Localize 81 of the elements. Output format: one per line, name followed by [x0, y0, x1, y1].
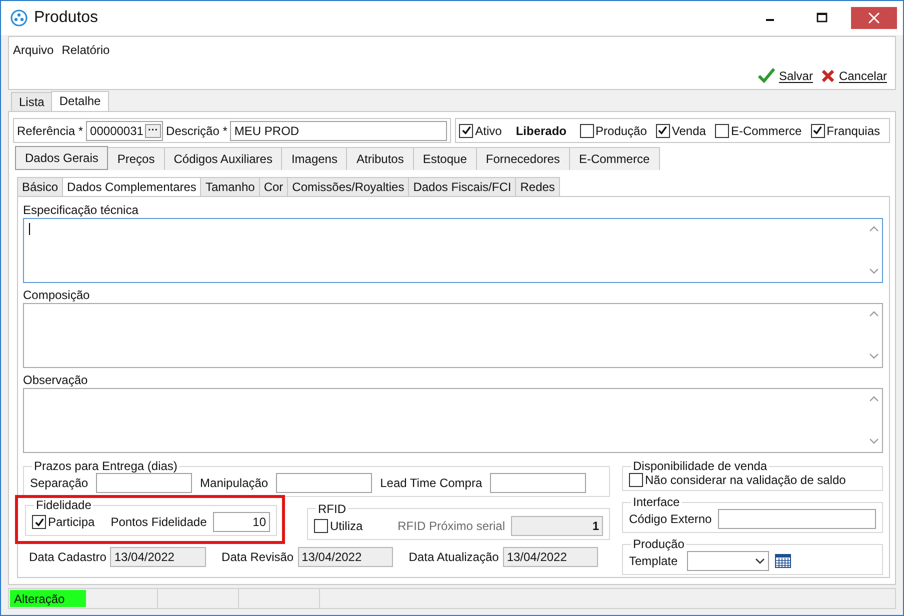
field-label: Descrição * — [166, 124, 228, 138]
checkbox[interactable] — [629, 473, 643, 487]
checkbox-label: Ativo — [475, 124, 502, 138]
cancel-button[interactable]: Cancelar — [838, 68, 887, 82]
group-title: Fidelidade — [35, 498, 92, 512]
input-field[interactable] — [490, 473, 586, 493]
app-icon — [10, 9, 28, 27]
field-label: Template — [629, 554, 679, 568]
tab[interactable]: Dados Fiscais/FCI — [408, 177, 516, 196]
checkbox[interactable] — [580, 124, 594, 138]
checkbox-label: E-Commerce — [730, 124, 802, 138]
tab[interactable]: Básico — [17, 177, 64, 196]
field-label: Especificação técnica — [23, 203, 140, 216]
tab[interactable]: Dados Complementares — [62, 177, 202, 196]
status-text: Liberado — [516, 124, 567, 138]
input-field[interactable] — [718, 509, 876, 529]
description-field[interactable]: MEU PROD — [230, 120, 448, 140]
field-label: Pontos Fidelidade — [110, 515, 207, 529]
checkbox-label: Utiliza — [330, 518, 363, 532]
checkbox-label: Venda — [672, 124, 706, 138]
field-label: Data Atualização — [408, 550, 499, 564]
date-field: 13/04/2022 — [110, 547, 206, 567]
field-label: Código Externo — [629, 512, 712, 526]
menu-item[interactable]: Arquivo — [13, 43, 54, 57]
field-label: Data Revisão — [222, 550, 294, 564]
window-title: Produtos — [34, 9, 98, 27]
tab[interactable]: Códigos Auxiliares — [164, 147, 282, 170]
tab[interactable]: E-Commerce — [568, 147, 660, 170]
field-label: Referência * — [17, 124, 84, 138]
field-label: Lead Time Compra — [380, 476, 482, 490]
x-icon — [820, 68, 835, 82]
field-label: RFID Próximo serial — [398, 518, 505, 532]
checkbox[interactable] — [459, 124, 474, 138]
field-label: Composição — [23, 288, 91, 301]
tab[interactable]: Imagens — [281, 147, 348, 170]
text-area[interactable] — [23, 218, 883, 283]
close-icon[interactable] — [851, 7, 897, 29]
checkbox-label: Participa — [48, 515, 95, 529]
field-label: Data Cadastro — [29, 550, 106, 564]
checkbox[interactable] — [714, 124, 729, 138]
checkbox[interactable] — [314, 518, 328, 532]
tab[interactable]: Dados Gerais — [15, 146, 108, 170]
tab[interactable]: Lista — [11, 92, 52, 111]
tab[interactable]: Detalhe — [51, 91, 109, 111]
tab[interactable]: Tamanho — [200, 177, 260, 196]
tab[interactable]: Redes — [515, 177, 560, 196]
group-title: Prazos para Entrega (dias) — [33, 459, 178, 473]
menu-item[interactable]: Relatório — [62, 43, 110, 57]
checkbox-label: Não considerar na validação de saldo — [645, 473, 846, 487]
checkbox[interactable] — [656, 124, 670, 138]
checkbox[interactable] — [32, 515, 46, 529]
tab[interactable]: Cor — [258, 177, 288, 196]
serial-field: 1 — [511, 516, 603, 536]
group-title: Disponibilidade de venda — [632, 459, 768, 473]
caret-icon — [755, 558, 765, 564]
input-field[interactable] — [276, 473, 372, 493]
status-mode: Alteração — [10, 590, 86, 607]
calendar-icon[interactable] — [775, 554, 791, 568]
checkmark-icon — [758, 68, 775, 83]
date-field: 13/04/2022 — [502, 547, 598, 567]
field-label: Separação — [30, 476, 88, 490]
save-button[interactable]: Salvar — [778, 68, 813, 82]
tab[interactable]: Fornecedores — [476, 147, 570, 170]
field-label: Manipulação — [200, 476, 268, 490]
group-title: Interface — [632, 495, 681, 509]
tab[interactable]: Comissões/Royalties — [287, 177, 410, 196]
group-title: RFID — [317, 502, 347, 516]
input-field[interactable] — [96, 473, 192, 493]
date-field: 13/04/2022 — [298, 547, 393, 567]
checkbox[interactable] — [810, 124, 825, 138]
tab[interactable]: Estoque — [412, 147, 477, 170]
points-field[interactable]: 10 — [212, 512, 270, 532]
lookup-button[interactable]: ··· — [145, 124, 162, 138]
tab[interactable]: Preços — [107, 147, 165, 170]
checkbox-label: Produção — [596, 124, 647, 138]
checkbox-label: Franquias — [826, 124, 880, 138]
template-dropdown[interactable] — [687, 551, 769, 571]
reference-field[interactable]: 00000031 ··· — [86, 120, 164, 140]
field-label: Observação — [23, 373, 89, 386]
tab[interactable]: Atributos — [346, 147, 414, 170]
group-title: Produção — [632, 537, 686, 551]
